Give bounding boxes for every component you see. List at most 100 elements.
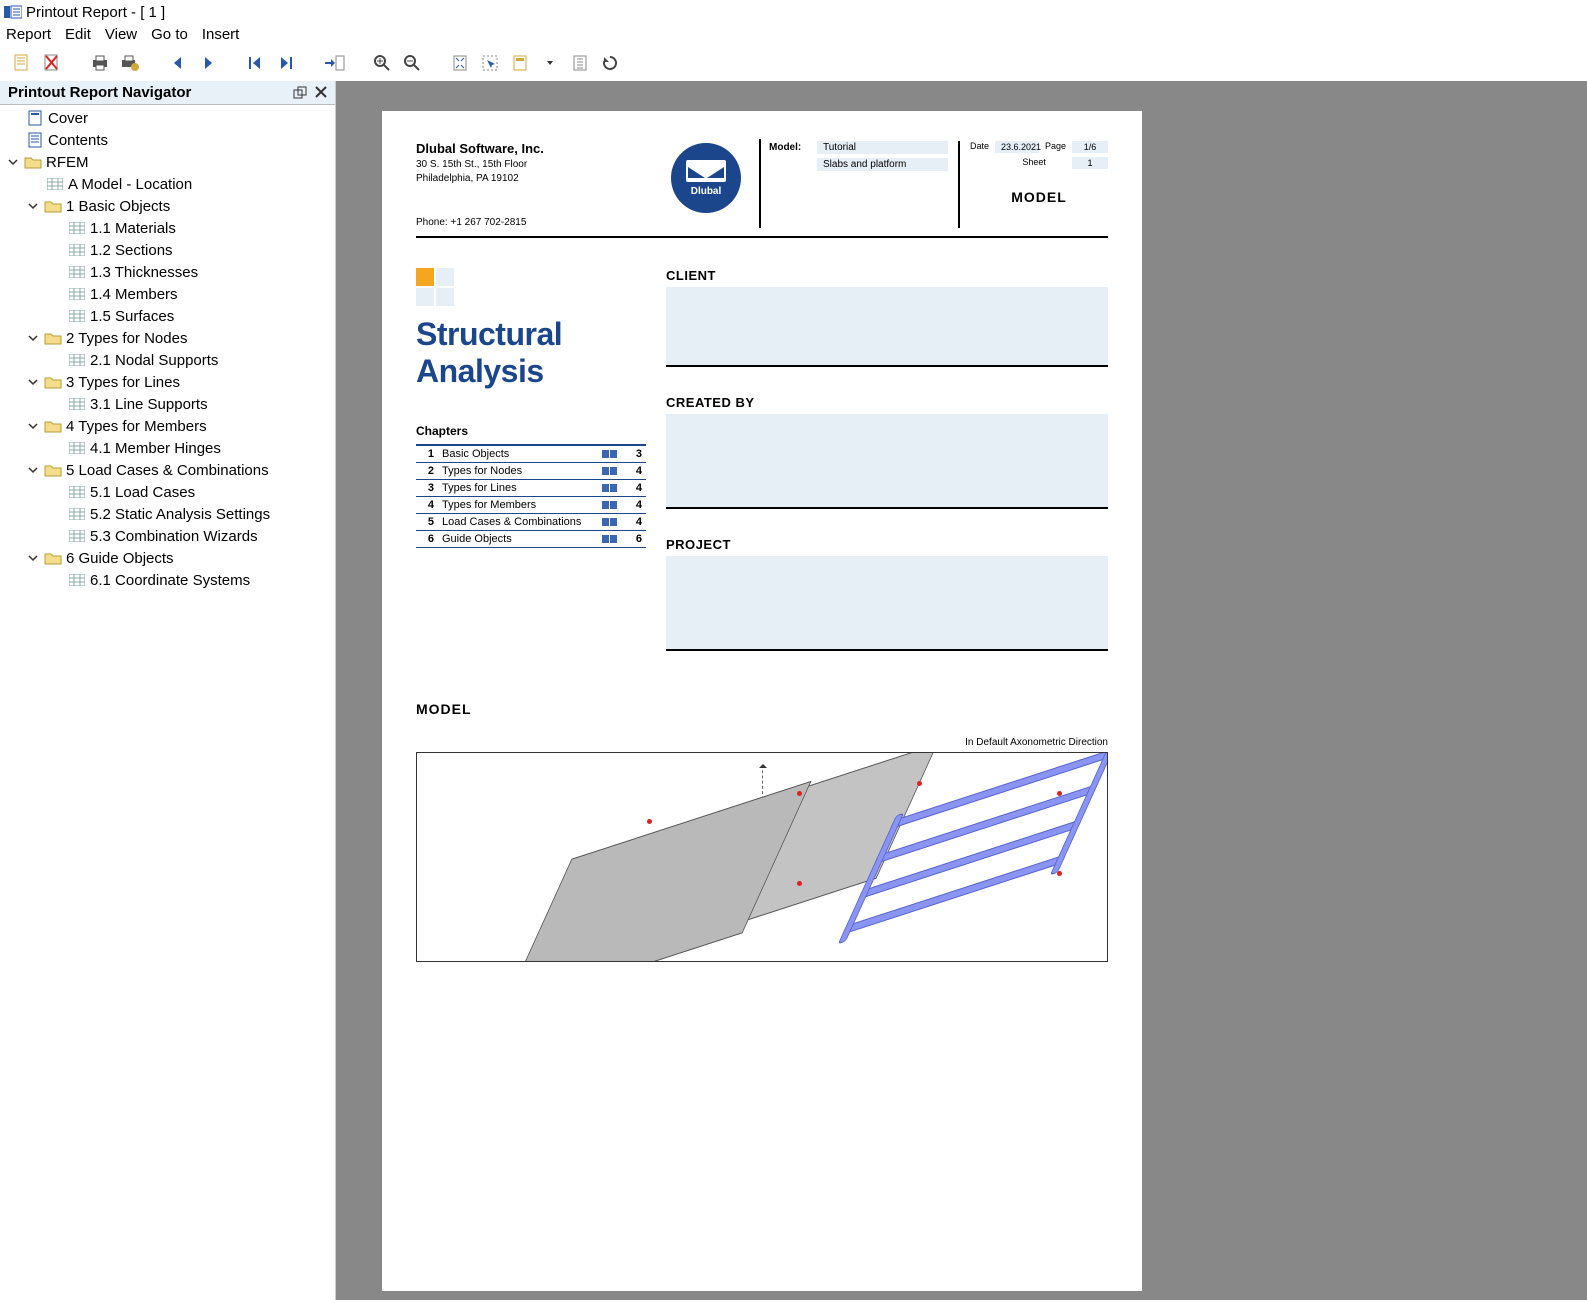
- tree-rfem[interactable]: RFEM: [0, 151, 335, 173]
- menu-report[interactable]: Report: [6, 26, 51, 43]
- book-icon: [598, 513, 622, 530]
- chevron-down-icon[interactable]: [26, 331, 40, 345]
- refresh-icon[interactable]: [598, 51, 622, 75]
- preview-area[interactable]: Dlubal Software, Inc. 30 S. 15th St., 15…: [336, 81, 1587, 1300]
- app-icon: [4, 4, 22, 20]
- chapter-row[interactable]: 4Types for Members4: [416, 496, 646, 513]
- chevron-down-icon[interactable]: [26, 375, 40, 389]
- tree-types-nodes[interactable]: 2 Types for Nodes: [0, 327, 335, 349]
- chevron-down-icon[interactable]: [26, 551, 40, 565]
- date-value: 23.6.2021: [995, 141, 1039, 153]
- model-value: Tutorial: [817, 141, 948, 154]
- tree-basic-objects[interactable]: 1 Basic Objects: [0, 195, 335, 217]
- chapter-row[interactable]: 3Types for Lines4: [416, 479, 646, 496]
- grid-icon: [68, 440, 86, 456]
- tree-guide-objects[interactable]: 6 Guide Objects: [0, 547, 335, 569]
- prev-icon[interactable]: [166, 51, 190, 75]
- chevron-down-icon[interactable]: [26, 199, 40, 213]
- chevron-down-icon[interactable]: [26, 419, 40, 433]
- model-section-heading: MODEL: [416, 701, 1108, 717]
- print-icon[interactable]: [88, 51, 112, 75]
- last-page-icon[interactable]: [274, 51, 298, 75]
- selection-icon[interactable]: [478, 51, 502, 75]
- company-logo: Dlubal: [671, 143, 741, 213]
- tree-surfaces[interactable]: 1.5 Surfaces: [0, 305, 335, 327]
- tree-members[interactable]: 1.4 Members: [0, 283, 335, 305]
- created-by-box: [666, 414, 1108, 509]
- tree-label: 6.1 Coordinate Systems: [90, 572, 250, 589]
- client-heading: CLIENT: [666, 268, 1108, 283]
- decoration-squares: [416, 268, 646, 286]
- folder-icon: [24, 154, 42, 170]
- chapters-table: 1Basic Objects32Types for Nodes43Types f…: [416, 444, 646, 548]
- page-icon: [26, 132, 44, 148]
- save-report-icon[interactable]: [10, 51, 34, 75]
- first-page-icon[interactable]: [244, 51, 268, 75]
- chapter-number: 2: [416, 462, 438, 479]
- chapter-row[interactable]: 6Guide Objects6: [416, 530, 646, 547]
- close-panel-icon[interactable]: [315, 86, 327, 100]
- tree-types-lines[interactable]: 3 Types for Lines: [0, 371, 335, 393]
- tree-materials[interactable]: 1.1 Materials: [0, 217, 335, 239]
- chevron-down-icon[interactable]: [6, 155, 20, 169]
- tree-label: 2.1 Nodal Supports: [90, 352, 218, 369]
- tree-member-hinges[interactable]: 4.1 Member Hinges: [0, 437, 335, 459]
- chapter-row[interactable]: 2Types for Nodes4: [416, 462, 646, 479]
- tree-sections[interactable]: 1.2 Sections: [0, 239, 335, 261]
- grid-icon: [68, 242, 86, 258]
- tree-lc-static[interactable]: 5.2 Static Analysis Settings: [0, 503, 335, 525]
- grid-icon: [68, 352, 86, 368]
- zoom-in-icon[interactable]: [370, 51, 394, 75]
- menu-goto[interactable]: Go to: [151, 26, 188, 43]
- menu-edit[interactable]: Edit: [65, 26, 91, 43]
- undock-icon[interactable]: [293, 86, 307, 100]
- tree-label: 5.3 Combination Wizards: [90, 528, 258, 545]
- list-icon[interactable]: [568, 51, 592, 75]
- grid-icon: [68, 396, 86, 412]
- menu-view[interactable]: View: [105, 26, 137, 43]
- titlebar: Printout Report - [ 1 ]: [0, 0, 1587, 24]
- tree-label: 1.1 Materials: [90, 220, 176, 237]
- print-settings-icon[interactable]: [118, 51, 142, 75]
- tree-label: 5.2 Static Analysis Settings: [90, 506, 270, 523]
- fit-page-icon[interactable]: [448, 51, 472, 75]
- chapter-name: Guide Objects: [438, 530, 598, 547]
- chapter-page: 4: [622, 479, 646, 496]
- goto-page-icon[interactable]: [322, 51, 346, 75]
- tree-contents[interactable]: Contents: [0, 129, 335, 151]
- project-box: [666, 556, 1108, 651]
- chapter-page: 3: [622, 445, 646, 463]
- book-icon: [598, 496, 622, 513]
- dropdown-arrow-icon[interactable]: [538, 51, 562, 75]
- tree-label: RFEM: [46, 154, 89, 171]
- next-icon[interactable]: [196, 51, 220, 75]
- chapter-row[interactable]: 1Basic Objects3: [416, 445, 646, 463]
- tree-load-cases[interactable]: 5 Load Cases & Combinations: [0, 459, 335, 481]
- tree-lc-cases[interactable]: 5.1 Load Cases: [0, 481, 335, 503]
- layout-icon[interactable]: [508, 51, 532, 75]
- delete-report-icon[interactable]: [40, 51, 64, 75]
- tree-model-location[interactable]: A Model - Location: [0, 173, 335, 195]
- chapter-row[interactable]: 5Load Cases & Combinations4: [416, 513, 646, 530]
- tree-thicknesses[interactable]: 1.3 Thicknesses: [0, 261, 335, 283]
- tree-line-supports[interactable]: 3.1 Line Supports: [0, 393, 335, 415]
- menu-insert[interactable]: Insert: [202, 26, 240, 43]
- tree-lc-wizards[interactable]: 5.3 Combination Wizards: [0, 525, 335, 547]
- tree-types-members[interactable]: 4 Types for Members: [0, 415, 335, 437]
- navigator-tree: Cover Contents RFEM A Model - Location 1…: [0, 105, 335, 593]
- tree-coord-systems[interactable]: 6.1 Coordinate Systems: [0, 569, 335, 591]
- tree-nodal-supports[interactable]: 2.1 Nodal Supports: [0, 349, 335, 371]
- menubar: Report Edit View Go to Insert: [0, 24, 1587, 45]
- zoom-out-icon[interactable]: [400, 51, 424, 75]
- book-icon: [598, 462, 622, 479]
- page-header: Dlubal Software, Inc. 30 S. 15th St., 15…: [416, 141, 1108, 238]
- chevron-down-icon[interactable]: [26, 463, 40, 477]
- chapter-number: 4: [416, 496, 438, 513]
- chapter-name: Types for Nodes: [438, 462, 598, 479]
- grid-icon: [68, 506, 86, 522]
- tree-label: 1.2 Sections: [90, 242, 173, 259]
- tree-label: 1.4 Members: [90, 286, 178, 303]
- chapter-page: 4: [622, 496, 646, 513]
- tree-cover[interactable]: Cover: [0, 107, 335, 129]
- company-name: Dlubal Software, Inc.: [416, 141, 661, 156]
